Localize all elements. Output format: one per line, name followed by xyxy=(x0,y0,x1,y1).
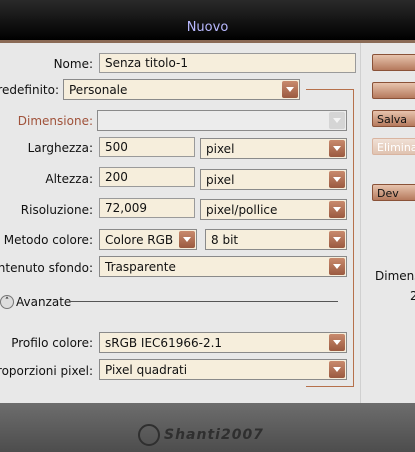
pixel-aspect-select[interactable]: Pixel quadrati xyxy=(99,359,347,380)
name-label: Nome: xyxy=(53,57,93,71)
resolution-label: Risoluzione: xyxy=(20,203,93,217)
height-unit-value: pixel xyxy=(206,173,235,187)
chevron-down-icon xyxy=(329,361,345,378)
image-size-label: Dimens xyxy=(375,269,415,283)
color-mode-value: Colore RGB xyxy=(105,233,174,247)
width-unit-value: pixel xyxy=(206,142,235,156)
width-unit-select[interactable]: pixel xyxy=(200,138,347,159)
background-value: Trasparente xyxy=(105,260,176,274)
chevron-down-icon xyxy=(282,81,298,98)
chevron-up-icon[interactable]: ˄ xyxy=(0,295,14,309)
background-select[interactable]: Trasparente xyxy=(99,256,347,277)
name-field[interactable]: Senza titolo-1 xyxy=(99,53,356,73)
color-profile-select[interactable]: sRGB IEC61966-2.1 xyxy=(99,332,347,353)
height-unit-select[interactable]: pixel xyxy=(200,169,347,190)
height-label: Altezza: xyxy=(45,172,93,186)
resolution-unit-select[interactable]: pixel/pollice xyxy=(200,199,347,220)
resolution-unit-value: pixel/pollice xyxy=(206,203,278,217)
delete-preset-button: Elimina xyxy=(372,138,415,155)
preset-label: Predefinito: xyxy=(0,83,59,97)
size-label: Dimensione: xyxy=(17,114,93,128)
chevron-down-icon xyxy=(329,112,345,129)
width-label: Larghezza: xyxy=(27,141,93,155)
width-field[interactable]: 500 xyxy=(99,137,195,157)
color-profile-label: Profilo colore: xyxy=(11,336,93,350)
chevron-down-icon xyxy=(329,140,345,157)
chevron-down-icon xyxy=(329,171,345,188)
copyright-icon xyxy=(138,424,160,446)
cancel-button[interactable] xyxy=(372,82,415,99)
preset-value: Personale xyxy=(69,83,128,97)
image-size-value: 2 xyxy=(410,289,415,303)
color-mode-label: Metodo colore: xyxy=(3,233,93,247)
chevron-down-icon xyxy=(329,334,345,351)
save-preset-button[interactable]: Salva xyxy=(372,110,415,127)
chevron-down-icon xyxy=(329,201,345,218)
panel-divider xyxy=(360,43,361,403)
chevron-down-icon xyxy=(329,258,345,275)
title-bar: Nuovo xyxy=(0,0,415,43)
bit-depth-select[interactable]: 8 bit xyxy=(205,229,347,250)
device-central-button[interactable]: Dev xyxy=(372,184,415,201)
color-mode-select[interactable]: Colore RGB xyxy=(99,229,197,250)
height-field[interactable]: 200 xyxy=(99,167,195,187)
advanced-separator xyxy=(70,301,338,302)
dialog-window: Nuovo Nome: Senza titolo-1 Predefinito: … xyxy=(0,0,415,452)
color-profile-value: sRGB IEC61966-2.1 xyxy=(105,336,223,350)
window-title: Nuovo xyxy=(186,20,229,35)
preset-select[interactable]: Personale xyxy=(63,79,300,100)
pixel-aspect-value: Pixel quadrati xyxy=(105,363,188,377)
background-label: Contenuto sfondo: xyxy=(0,261,93,275)
chevron-down-icon xyxy=(179,231,195,248)
chevron-down-icon xyxy=(329,231,345,248)
size-select xyxy=(97,110,347,131)
ok-button[interactable] xyxy=(372,54,415,71)
bit-depth-value: 8 bit xyxy=(211,233,239,247)
watermark-text: Shanti2007 xyxy=(164,427,264,443)
pixel-aspect-label: Proporzioni pixel: xyxy=(0,364,93,378)
advanced-label: Avanzate xyxy=(16,295,72,309)
resolution-field[interactable]: 72,009 xyxy=(99,198,195,218)
